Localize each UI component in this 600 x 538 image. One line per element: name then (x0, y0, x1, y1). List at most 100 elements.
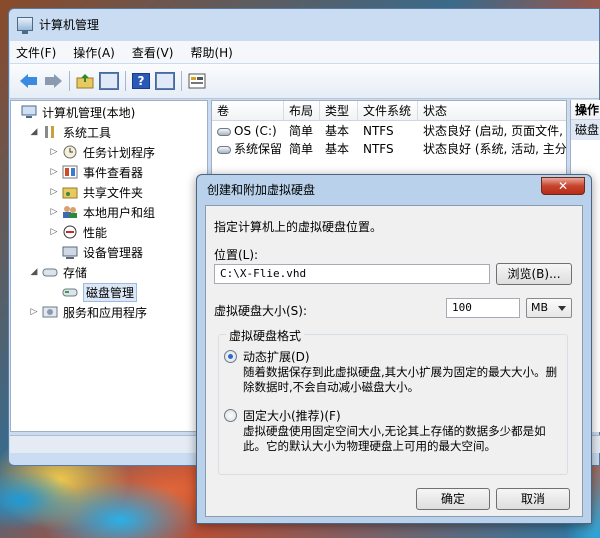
volume-layout: 简单 (289, 142, 314, 156)
close-button[interactable]: ✕ (541, 177, 585, 195)
chevron-down-icon (558, 306, 566, 311)
back-button[interactable] (19, 71, 39, 91)
dynamic-radio-label[interactable]: 动态扩展(D) (243, 348, 310, 365)
column-header-type[interactable]: 类型 (320, 101, 358, 121)
expand-icon[interactable]: ▷ (49, 187, 59, 197)
up-folder-icon (76, 74, 94, 89)
tree-item-label: 设备管理器 (83, 245, 144, 260)
up-button[interactable] (75, 71, 95, 91)
dialog-title: 创建和附加虚拟硬盘 (207, 183, 316, 197)
volume-filesystem: NTFS (363, 142, 394, 156)
actions-disk-item[interactable]: 磁盘 (571, 120, 600, 140)
tree-item-system-tools[interactable]: ◢ 系统工具 (29, 123, 111, 141)
back-arrow-icon (20, 74, 38, 88)
toolbar-separator (125, 71, 126, 91)
fixed-radio[interactable] (224, 409, 237, 422)
create-vhd-dialog: 创建和附加虚拟硬盘 ✕ 指定计算机上的虚拟硬盘位置。 位置(L): C:\X-F… (196, 174, 592, 524)
collapse-icon[interactable]: ◢ (29, 267, 39, 277)
collapse-icon[interactable]: ◢ (29, 127, 39, 137)
properties-button[interactable] (155, 71, 175, 91)
tree-item-services-apps[interactable]: ▷ 服务和应用程序 (29, 303, 147, 321)
tree-item-task-scheduler[interactable]: ▷ 任务计划程序 (49, 143, 155, 161)
tree-item-label: 服务和应用程序 (63, 305, 148, 320)
volume-filesystem: NTFS (363, 124, 394, 138)
toolbar-separator (181, 71, 182, 91)
volume-status: 状态良好 (启动, 页面文件, (423, 124, 563, 138)
fixed-radio-label[interactable]: 固定大小(推荐)(F) (243, 407, 341, 424)
properties-icon (155, 72, 175, 90)
browse-button[interactable]: 浏览(B)... (496, 263, 572, 285)
device-manager-icon (62, 246, 78, 259)
location-input[interactable]: C:\X-Flie.vhd (214, 264, 490, 284)
expand-icon[interactable]: ▷ (49, 147, 59, 157)
unit-select-value: MB (531, 301, 549, 314)
volume-type: 基本 (325, 142, 350, 156)
menu-action[interactable]: 操作(A) (73, 44, 115, 61)
table-row[interactable]: 系统保留 简单 基本 NTFS 状态良好 (系统, 活动, 主分 (212, 140, 567, 158)
window-title: 计算机管理 (39, 17, 100, 32)
dynamic-description: 随着数据保存到此虚拟硬盘,其大小扩展为固定的最大大小。删除数据时,不会自动减小磁… (243, 365, 558, 394)
tree-item-label: 任务计划程序 (83, 145, 156, 160)
ok-button[interactable]: 确定 (416, 488, 490, 510)
computer-management-icon (17, 17, 33, 34)
volume-name: 系统保留 (234, 142, 283, 156)
help-icon: ? (132, 73, 150, 89)
dialog-body: 指定计算机上的虚拟硬盘位置。 位置(L): C:\X-Flie.vhd 浏览(B… (205, 205, 583, 517)
performance-icon (63, 225, 77, 239)
expand-icon[interactable]: ▷ (29, 307, 39, 317)
column-header-layout[interactable]: 布局 (284, 101, 320, 121)
column-header-status[interactable]: 状态 (418, 101, 568, 121)
tree-item-local-users-groups[interactable]: ▷ 本地用户和组 (49, 203, 155, 221)
disk-management-icon (62, 288, 78, 297)
size-label: 虚拟硬盘大小(S): (214, 304, 308, 318)
event-viewer-icon (62, 165, 78, 179)
toolbar-separator (69, 71, 70, 91)
volume-type: 基本 (325, 124, 350, 138)
dynamic-radio[interactable] (224, 350, 237, 363)
action-pane-button[interactable] (187, 71, 207, 91)
tree-item-shared-folders[interactable]: ▷ 共享文件夹 (49, 183, 143, 201)
table-row[interactable]: OS (C:) 简单 基本 NTFS 状态良好 (启动, 页面文件, (212, 122, 566, 140)
menu-help[interactable]: 帮助(H) (190, 44, 232, 61)
column-header-volume[interactable]: 卷 (212, 101, 284, 121)
tree-item-label: 本地用户和组 (83, 205, 156, 220)
list-header: 卷 布局 类型 文件系统 状态 (212, 101, 568, 121)
forward-arrow-icon (44, 74, 62, 88)
tree-item-performance[interactable]: ▷ 性能 (49, 223, 107, 241)
close-icon: ✕ (557, 179, 569, 193)
forward-button[interactable] (43, 71, 63, 91)
volume-status: 状态良好 (系统, 活动, 主分 (423, 142, 567, 156)
expand-icon[interactable]: ▷ (49, 227, 59, 237)
tree-item-label: 系统工具 (63, 125, 112, 140)
tree-item-device-manager[interactable]: 设备管理器 (62, 243, 143, 261)
menu-view[interactable]: 查看(V) (132, 44, 174, 61)
column-header-filesystem[interactable]: 文件系统 (358, 101, 418, 121)
tree-item-event-viewer[interactable]: ▷ 事件查看器 (49, 163, 143, 181)
tree-item-label: 存储 (63, 265, 88, 280)
cancel-button[interactable]: 取消 (496, 488, 570, 510)
services-icon (42, 306, 58, 318)
tree-item-storage[interactable]: ◢ 存储 (29, 263, 87, 281)
action-pane-icon (188, 73, 206, 89)
expand-icon[interactable]: ▷ (49, 167, 59, 177)
tree-item-label: 性能 (83, 225, 108, 240)
tree-item-label: 计算机管理(本地) (42, 105, 136, 120)
toolbar: ? (10, 64, 599, 99)
tools-icon (45, 126, 54, 138)
tree-item-disk-management[interactable]: 磁盘管理 (62, 282, 138, 302)
expand-icon[interactable]: ▷ (49, 207, 59, 217)
console-tree[interactable]: 计算机管理(本地) ◢ 系统工具 ▷ 任务计划程序 ▷ 事件查看器 ▷ 共享文件… (10, 100, 208, 432)
clock-icon (63, 145, 77, 159)
format-group-label: 虚拟硬盘格式 (226, 327, 305, 344)
volume-name: OS (C:) (234, 124, 277, 138)
tree-item-label: 事件查看器 (83, 165, 144, 180)
size-input[interactable]: 100 (446, 298, 520, 318)
tree-item-computer-management[interactable]: 计算机管理(本地) (21, 103, 135, 121)
menu-file[interactable]: 文件(F) (16, 44, 56, 61)
help-button[interactable]: ? (131, 71, 151, 91)
window-titlebar[interactable]: 计算机管理 (9, 9, 599, 39)
show-hide-tree-button[interactable] (99, 71, 119, 91)
tree-item-label: 磁盘管理 (83, 282, 138, 302)
unit-select[interactable]: MB (526, 298, 572, 318)
tree-item-label: 共享文件夹 (83, 185, 144, 200)
